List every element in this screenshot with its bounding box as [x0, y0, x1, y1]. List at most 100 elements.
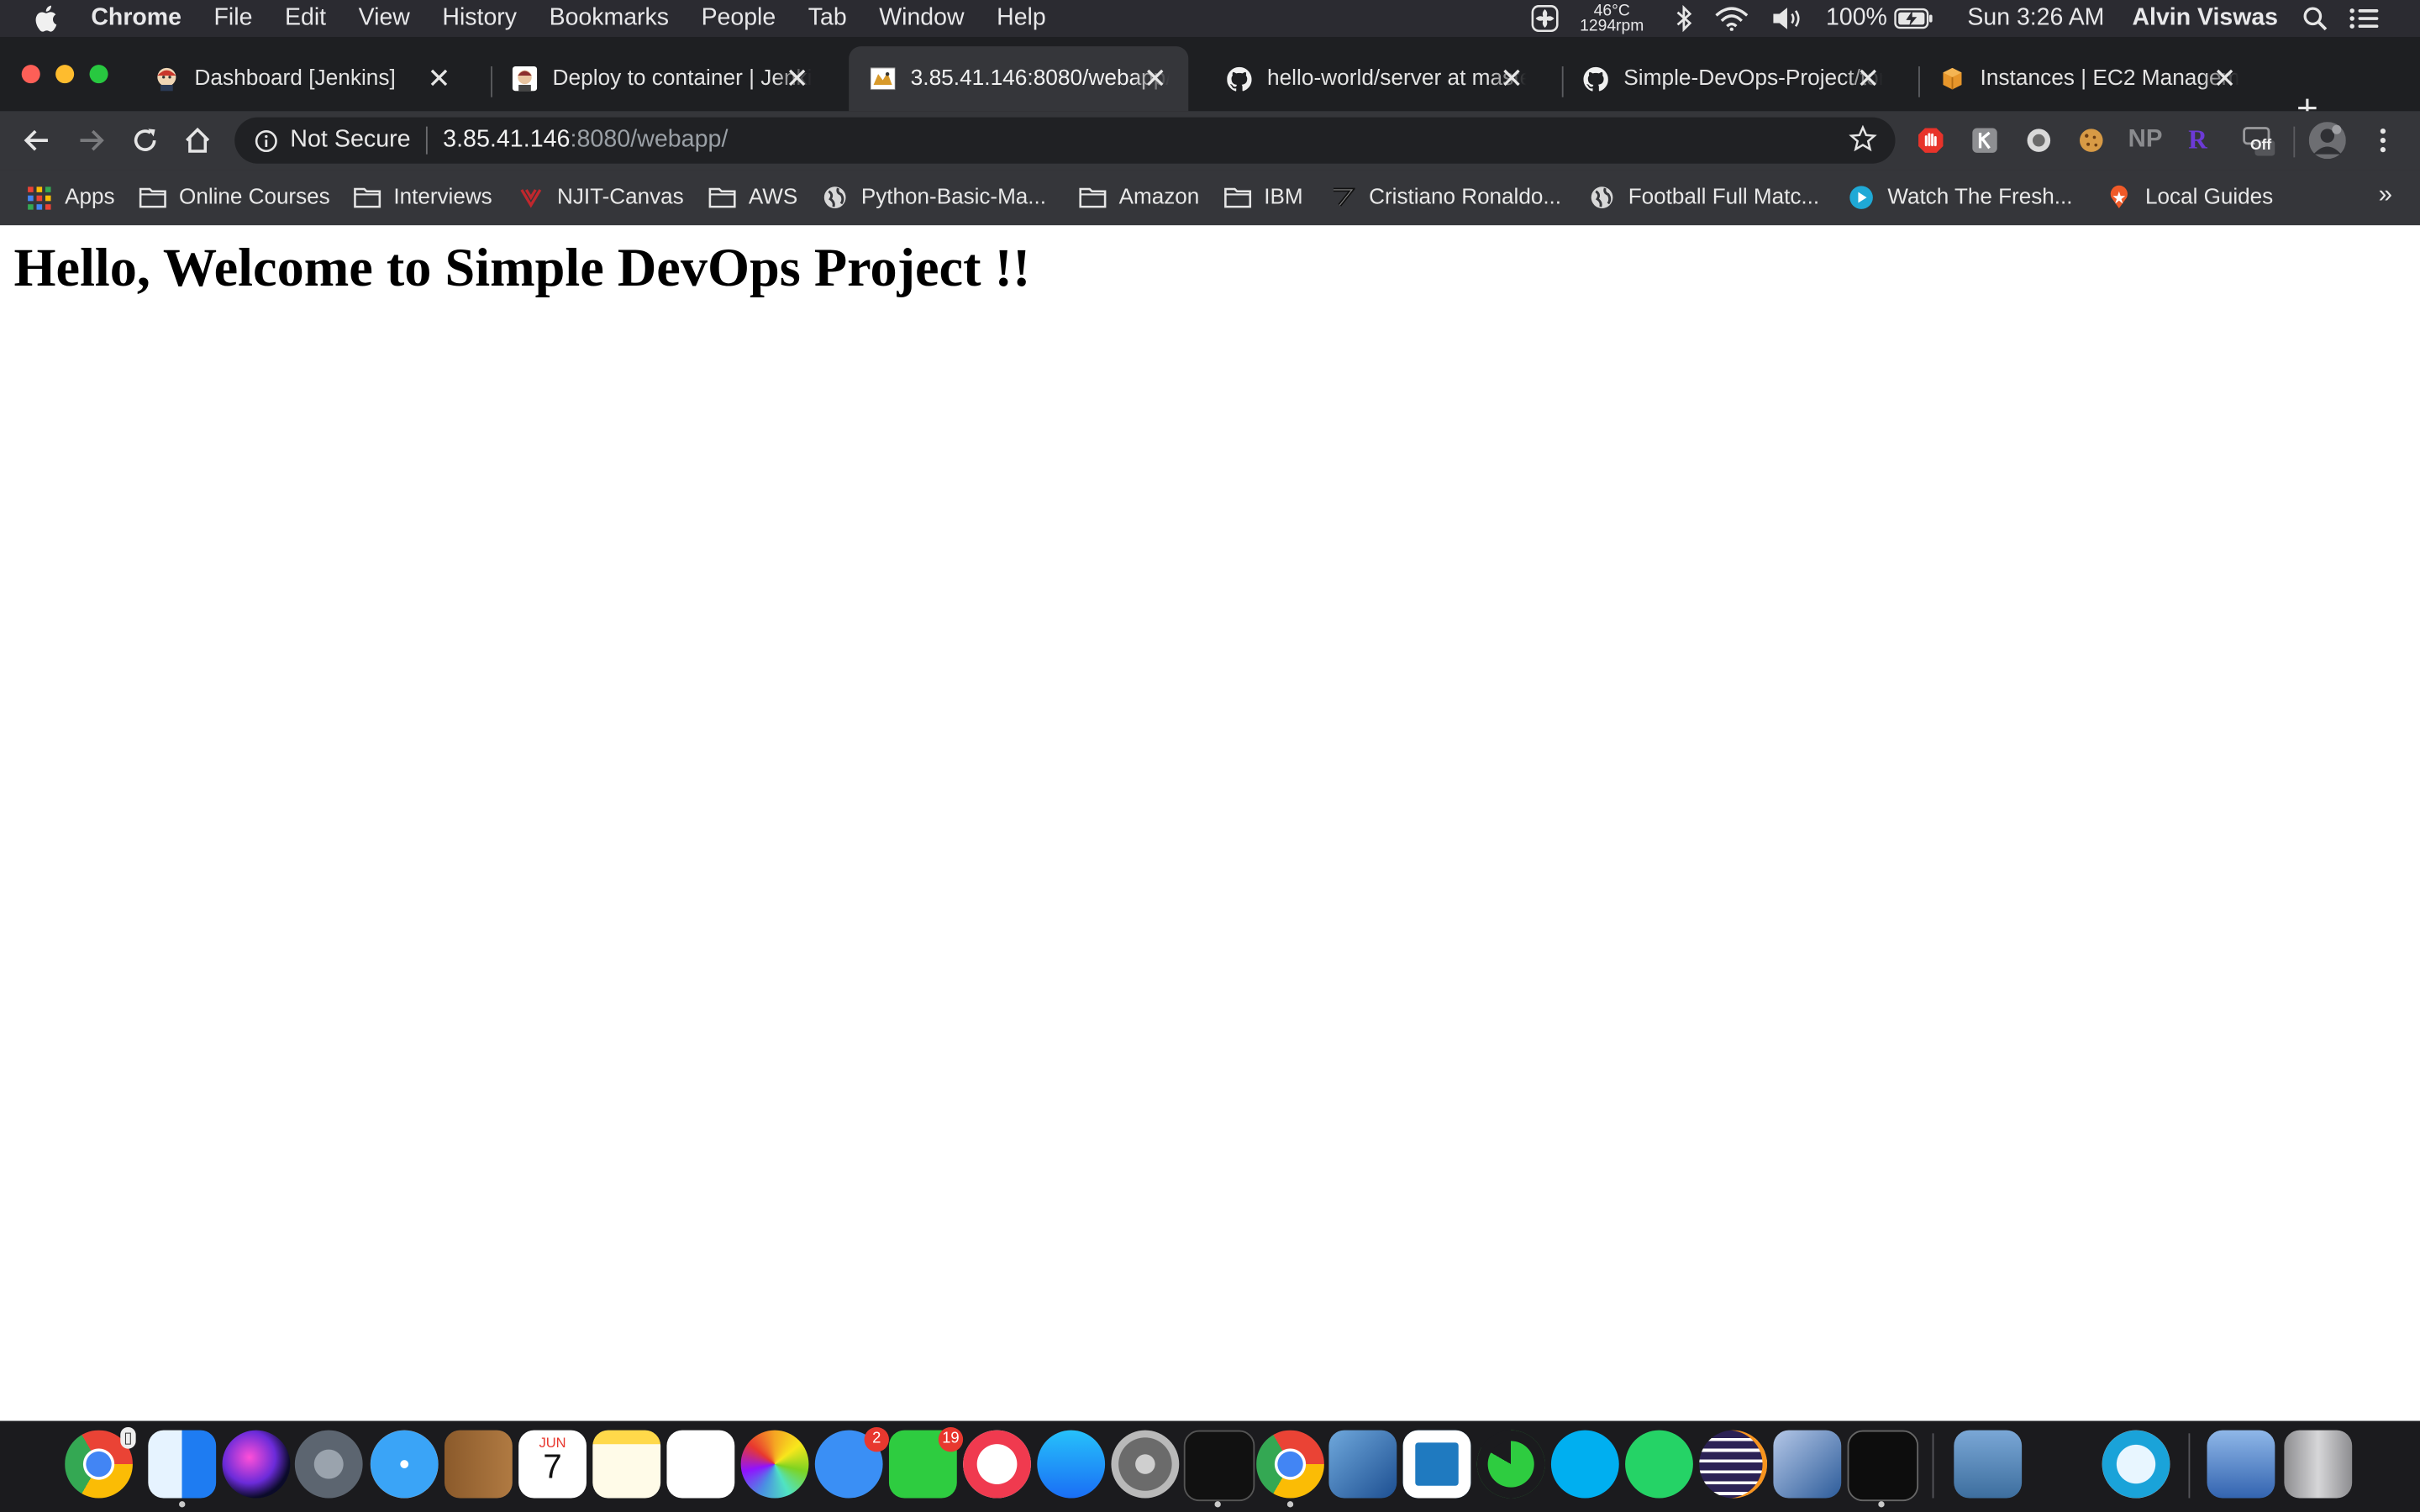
profile-avatar[interactable]: [2308, 122, 2346, 160]
photos-icon[interactable]: [740, 1430, 809, 1499]
jenkins-icon[interactable]: [1402, 1430, 1471, 1499]
chrome-menu-icon[interactable]: [2368, 125, 2399, 156]
bookmark-local-guides[interactable]: Local Guides: [2105, 179, 2273, 216]
battery-charging-icon[interactable]: [1893, 8, 1933, 29]
calendar-icon[interactable]: JUN 7: [518, 1430, 587, 1499]
clock[interactable]: Sun 3:26 AM: [1967, 5, 2104, 33]
temperature-readout[interactable]: 46°C 1294rpm: [1580, 3, 1644, 34]
np-icon[interactable]: NP: [2125, 125, 2165, 156]
keychain-icon[interactable]: [2028, 1431, 2096, 1499]
app-store-icon[interactable]: [1037, 1430, 1106, 1499]
terminal-icon[interactable]: [1847, 1430, 1919, 1502]
finder-icon[interactable]: [148, 1430, 217, 1499]
tab-github-hello-world[interactable]: hello-world/server at master ✕: [1205, 46, 1544, 111]
bookmark-football-full-match[interactable]: Football Full Matc...: [1588, 179, 1819, 216]
tab-close-icon[interactable]: ✕: [2213, 62, 2237, 95]
siri-icon[interactable]: [222, 1430, 291, 1499]
battery-percent[interactable]: 100%: [1826, 5, 1887, 33]
virtualbox-icon[interactable]: [1773, 1430, 1842, 1499]
user-name[interactable]: Alvin Viswas: [2132, 5, 2278, 33]
home-button[interactable]: [181, 123, 214, 157]
messages-icon[interactable]: 2: [814, 1426, 889, 1499]
launchpad-icon[interactable]: [294, 1430, 363, 1499]
adblock-icon[interactable]: [1915, 125, 1946, 156]
tab-close-icon[interactable]: ✕: [786, 62, 809, 95]
bookmark-star-icon[interactable]: [1849, 124, 1877, 160]
tab-close-icon[interactable]: ✕: [1856, 62, 1880, 95]
bookmark-interviews[interactable]: Interviews: [354, 179, 492, 216]
cookie-icon[interactable]: [2075, 125, 2107, 156]
fan-icon[interactable]: [1530, 5, 1558, 33]
spinner-app-icon[interactable]: [1476, 1430, 1545, 1499]
menu-edit[interactable]: Edit: [285, 5, 326, 33]
bookmark-apps[interactable]: Apps: [24, 179, 115, 216]
tab-jenkins-dashboard[interactable]: Dashboard [Jenkins] ✕: [133, 46, 472, 111]
window-minimize-button[interactable]: [55, 65, 75, 84]
system-preferences-icon[interactable]: [1111, 1430, 1180, 1499]
chrome-icon[interactable]: ▯: [65, 1426, 136, 1499]
reminders-icon[interactable]: [666, 1430, 735, 1499]
eclipse-icon[interactable]: [1699, 1430, 1768, 1499]
menu-help[interactable]: Help: [997, 5, 1046, 33]
tab-deploy-to-container[interactable]: Deploy to container | Jenkins ✕: [491, 46, 830, 111]
bookmark-cristiano-ronaldo[interactable]: Cristiano Ronaldo...: [1328, 179, 1561, 216]
whatsapp-icon[interactable]: [1625, 1430, 1693, 1499]
window-close-button[interactable]: [21, 65, 40, 84]
volume-icon[interactable]: [1770, 6, 1804, 30]
finder-downloads-icon[interactable]: [2207, 1430, 2275, 1499]
apple-menu-icon[interactable]: [34, 5, 65, 33]
tab-webapp-active[interactable]: 3.85.41.146:8080/webapp/ ✕: [849, 46, 1189, 112]
menu-file[interactable]: File: [214, 5, 253, 33]
not-secure-label[interactable]: Not Secure: [290, 127, 410, 155]
bookmark-python-basic[interactable]: Python-Basic-Ma...: [821, 179, 1046, 216]
tab-ec2-instances[interactable]: Instances | EC2 Management ✕: [1918, 46, 2258, 111]
site-info-icon[interactable]: [255, 129, 278, 152]
app-icon[interactable]: [2102, 1430, 2170, 1499]
bookmark-ibm[interactable]: IBM: [1224, 179, 1303, 216]
bookmark-watch-the-fresh[interactable]: Watch The Fresh...: [1848, 179, 2072, 216]
ext-k-icon[interactable]: [1970, 125, 2001, 156]
spotlight-search-icon[interactable]: [2302, 6, 2328, 31]
address-bar[interactable]: Not Secure 3.85.41.146:8080/webapp/: [234, 117, 1896, 164]
menu-history[interactable]: History: [442, 5, 517, 33]
tab-close-icon[interactable]: ✕: [428, 62, 451, 95]
skype-icon[interactable]: [1550, 1430, 1619, 1499]
trash-icon[interactable]: [2284, 1430, 2353, 1499]
menu-view[interactable]: View: [359, 5, 410, 33]
bluetooth-icon[interactable]: [1675, 4, 1693, 33]
bookmark-njit-canvas[interactable]: NJIT-Canvas: [517, 179, 684, 216]
notes-icon[interactable]: [592, 1430, 661, 1499]
reload-button[interactable]: [128, 123, 161, 157]
off-icon[interactable]: Off: [2238, 125, 2278, 156]
menu-tab[interactable]: Tab: [808, 5, 847, 33]
menu-app-name[interactable]: Chrome: [91, 5, 182, 33]
bookmark-online-courses[interactable]: Online Courses: [139, 179, 330, 216]
macos-menu-bar: Chrome File Edit View History Bookmarks …: [0, 0, 2420, 38]
preview-icon[interactable]: [1954, 1430, 2023, 1499]
url-path[interactable]: :8080/webapp/: [571, 127, 729, 155]
bookmarks-overflow-button[interactable]: »: [2379, 182, 2392, 210]
notification-center-icon[interactable]: [2349, 6, 2381, 30]
virtualbox-icon[interactable]: [1328, 1430, 1397, 1499]
menu-bookmarks[interactable]: Bookmarks: [550, 5, 669, 33]
bookmark-aws[interactable]: AWS: [708, 179, 797, 216]
tab-github-simple-devops[interactable]: Simple-DevOps-Project/tomcat ✕: [1562, 46, 1902, 111]
menu-people[interactable]: People: [702, 5, 776, 33]
facetime-icon[interactable]: 19: [888, 1426, 964, 1499]
menu-window[interactable]: Window: [879, 5, 964, 33]
window-zoom-button[interactable]: [89, 65, 108, 84]
chrome-icon[interactable]: [1256, 1430, 1324, 1499]
url-host[interactable]: 3.85.41.146: [443, 127, 570, 155]
activity-monitor-icon[interactable]: [1183, 1430, 1255, 1502]
contacts-icon[interactable]: [444, 1430, 513, 1499]
r-icon[interactable]: R: [2182, 125, 2213, 156]
forward-button[interactable]: [74, 123, 108, 157]
news-icon[interactable]: [963, 1430, 1031, 1499]
tab-close-icon[interactable]: ✕: [1500, 62, 1523, 95]
ext-circle-icon[interactable]: [2023, 125, 2054, 156]
tab-close-icon[interactable]: ✕: [1144, 62, 1167, 95]
safari-icon[interactable]: [370, 1430, 439, 1499]
back-button[interactable]: [20, 123, 54, 157]
bookmark-amazon[interactable]: Amazon: [1079, 179, 1199, 216]
wifi-icon[interactable]: [1715, 6, 1749, 31]
